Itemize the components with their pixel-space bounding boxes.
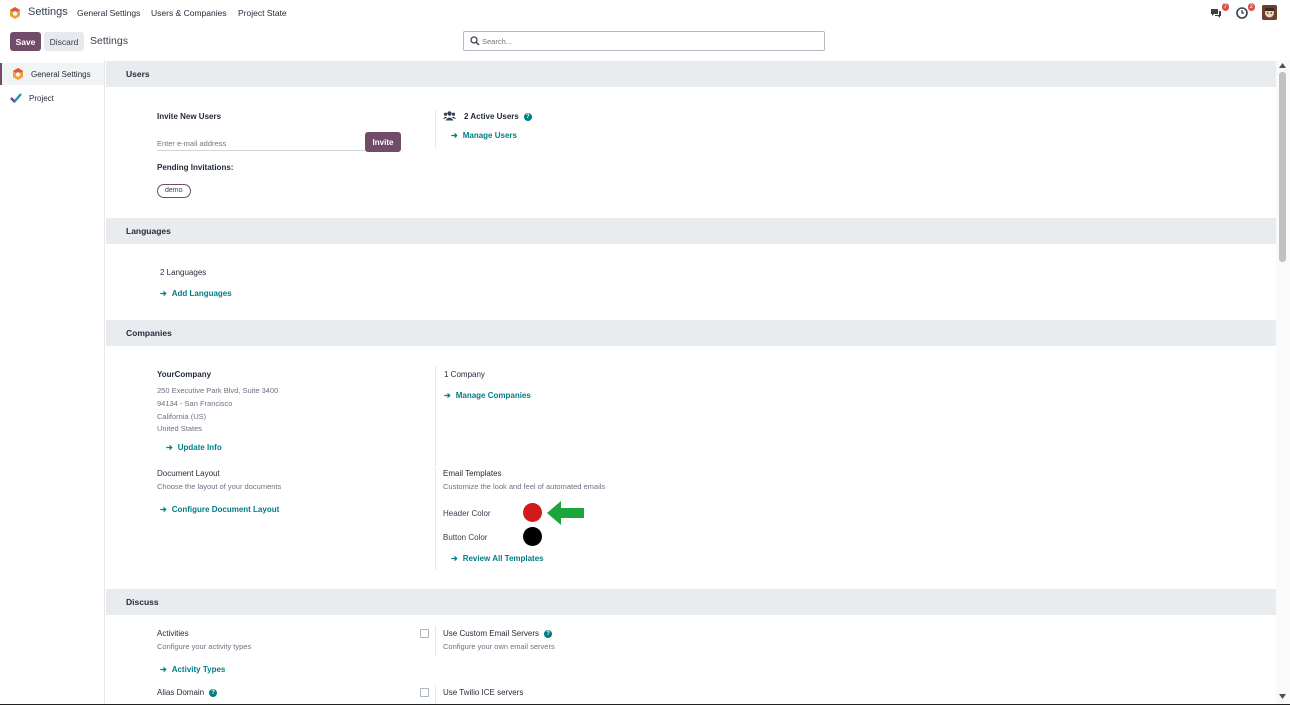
activities-badge: 2 (1247, 3, 1255, 11)
activities-button[interactable]: 2 (1236, 3, 1255, 19)
alias-domain-title: Alias Domain? (157, 688, 218, 697)
company-address-line: California (US) (157, 412, 207, 421)
document-layout-description: Choose the layout of your documents (157, 482, 282, 491)
settings-app-icon[interactable] (9, 7, 21, 19)
add-languages-link[interactable]: Add Languages (160, 289, 232, 298)
company-count: 1 Company (444, 370, 485, 379)
search-box[interactable] (463, 31, 825, 51)
user-avatar[interactable] (1262, 5, 1277, 20)
manage-users-link[interactable]: Manage Users (451, 131, 517, 140)
pending-invitation-tag[interactable]: demo (157, 184, 191, 198)
section-header-users: Users (106, 61, 1276, 87)
section-header-companies: Companies (106, 320, 1276, 346)
active-users-text: 2 Active Users (464, 112, 519, 121)
divider (435, 110, 436, 148)
activity-types-link[interactable]: Activity Types (160, 665, 226, 674)
settings-sidebar: General Settings Project (0, 60, 105, 704)
active-users-count: 2 Active Users? (464, 112, 532, 121)
twilio-ice-title: Use Twilio ICE servers (443, 688, 524, 697)
manage-companies-link[interactable]: Manage Companies (444, 391, 531, 400)
sidebar-item-project[interactable]: Project (0, 87, 104, 109)
review-all-templates-link[interactable]: Review All Templates (451, 554, 544, 563)
document-layout-title: Document Layout (157, 469, 220, 478)
top-navbar: Settings General Settings Users & Compan… (0, 0, 1290, 26)
help-icon[interactable]: ? (523, 113, 532, 121)
scrollbar-thumb[interactable] (1279, 72, 1286, 262)
control-panel: Save Discard Settings (0, 26, 1290, 60)
menu-general-settings[interactable]: General Settings (77, 8, 140, 18)
header-color-swatch[interactable] (523, 503, 542, 522)
clock-icon (1236, 7, 1248, 19)
pending-invitations-label: Pending Invitations: (157, 163, 234, 172)
sidebar-item-label: General Settings (31, 69, 91, 79)
divider (435, 685, 436, 704)
email-templates-title: Email Templates (443, 469, 502, 478)
menu-users-companies[interactable]: Users & Companies (151, 8, 227, 18)
help-icon[interactable]: ? (209, 689, 218, 697)
settings-content: Users Invite New Users Invite Pending In… (106, 60, 1276, 704)
header-color-label: Header Color (443, 509, 491, 518)
users-group-icon (443, 111, 456, 121)
messages-button[interactable]: 7 (1210, 3, 1229, 19)
help-icon[interactable]: ? (544, 630, 553, 638)
app-title[interactable]: Settings (28, 6, 68, 18)
button-color-label: Button Color (443, 533, 488, 542)
twilio-ice-checkbox[interactable] (420, 688, 429, 697)
messages-badge: 7 (1221, 3, 1229, 11)
company-name: YourCompany (157, 370, 212, 379)
custom-email-servers-description: Configure your own email servers (443, 642, 555, 651)
content-scrollbar[interactable] (1276, 60, 1290, 704)
activities-description: Configure your activity types (157, 642, 252, 651)
breadcrumb-title: Settings (90, 35, 128, 47)
window-bottom-edge (0, 704, 1290, 720)
sidebar-item-label: Project (29, 93, 54, 103)
scroll-up-icon[interactable] (1279, 63, 1286, 68)
sidebar-item-general-settings[interactable]: General Settings (0, 63, 104, 85)
divider (435, 626, 436, 656)
divider (435, 468, 436, 570)
company-address-line: United States (157, 424, 203, 433)
invite-users-title: Invite New Users (157, 112, 222, 121)
invite-button[interactable]: Invite (365, 132, 401, 152)
alias-domain-text: Alias Domain (157, 688, 205, 697)
configure-document-layout-link[interactable]: Configure Document Layout (160, 505, 280, 514)
languages-count: 2 Languages (160, 268, 207, 277)
settings-app-icon (13, 68, 23, 80)
activities-title: Activities (157, 629, 189, 638)
discard-button[interactable]: Discard (44, 32, 84, 51)
green-arrow-icon (547, 501, 584, 525)
company-address-line: 250 Executive Park Blvd, Suite 3400 (157, 386, 279, 395)
section-header-languages: Languages (106, 218, 1276, 244)
button-color-swatch[interactable] (523, 527, 542, 546)
email-templates-description: Customize the look and feel of automated… (443, 482, 606, 491)
save-button[interactable]: Save (10, 32, 41, 51)
custom-email-servers-checkbox[interactable] (420, 629, 429, 638)
avatar-face-icon (1262, 5, 1277, 20)
search-input[interactable] (482, 35, 812, 48)
scroll-down-icon[interactable] (1279, 694, 1286, 699)
custom-email-servers-title: Use Custom Email Servers? (443, 629, 553, 638)
section-header-discuss: Discuss (106, 589, 1276, 615)
divider (435, 366, 436, 466)
invite-email-input[interactable] (157, 137, 365, 151)
menu-project-state[interactable]: Project State (238, 8, 287, 18)
update-info-link[interactable]: Update Info (166, 443, 222, 452)
custom-email-servers-text: Use Custom Email Servers (443, 629, 540, 638)
search-icon (470, 36, 480, 46)
project-checkmark-icon (10, 93, 22, 104)
chat-icon (1211, 9, 1221, 18)
company-address-line: 94134 - San Francisco (157, 399, 233, 408)
